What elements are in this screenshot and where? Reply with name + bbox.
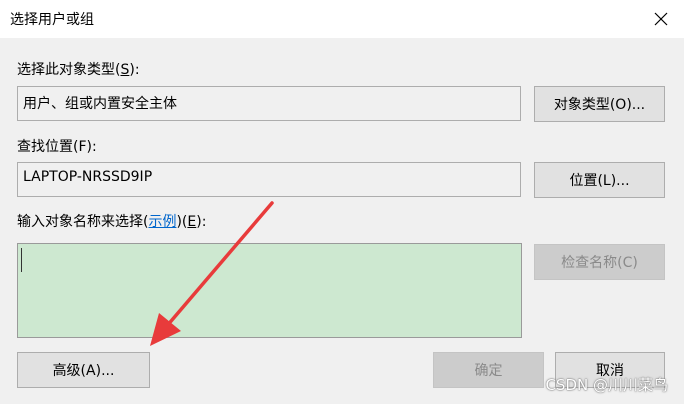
close-button[interactable] (638, 0, 684, 38)
location-label: 查找位置(F): (17, 139, 97, 155)
location-field: LAPTOP-NRSSD9IP (17, 162, 521, 197)
object-types-button[interactable]: 对象类型(O)... (534, 86, 665, 122)
window-title: 选择用户或组 (10, 12, 94, 28)
ok-button[interactable]: 确定 (433, 352, 544, 388)
object-type-field: 用户、组或内置安全主体 (17, 86, 521, 121)
close-icon (654, 12, 668, 26)
object-names-label: 输入对象名称来选择(示例)(E): (17, 214, 207, 230)
examples-link[interactable]: 示例 (148, 214, 176, 230)
object-type-label: 选择此对象类型(S): (17, 62, 140, 78)
check-names-button[interactable]: 检查名称(C) (534, 244, 665, 280)
advanced-button[interactable]: 高级(A)... (17, 352, 150, 388)
title-bar: 选择用户或组 (0, 0, 684, 38)
object-names-input[interactable] (17, 243, 522, 338)
watermark: CSDN @川川菜鸟 (545, 376, 668, 394)
locations-button[interactable]: 位置(L)... (534, 162, 665, 198)
text-caret (21, 248, 22, 272)
